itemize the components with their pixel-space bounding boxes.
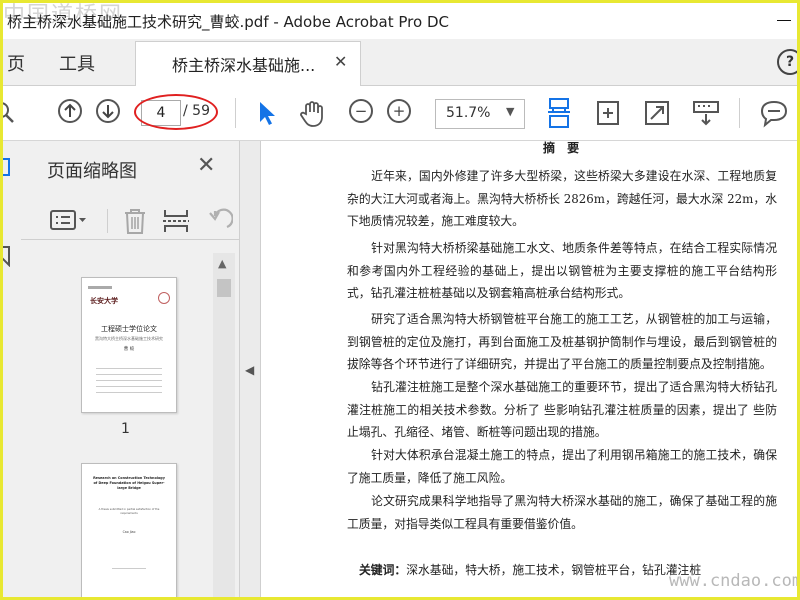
read-mode-icon[interactable] — [690, 97, 722, 129]
comment-icon[interactable] — [758, 97, 790, 129]
bookmark-rail-icon[interactable] — [0, 245, 11, 267]
acrobat-window: 中国道桥网 桥主桥深水基础施工技术研究_曹蛟.pdf - Adobe Acrob… — [0, 0, 800, 600]
site-watermark-url: www.cndao.com — [669, 571, 800, 591]
zoom-value: 51.7% — [446, 105, 491, 121]
close-panel-icon[interactable]: ✕ — [197, 153, 215, 178]
thumbnails-scrollbar[interactable]: ▲ — [213, 253, 235, 597]
tab-bar: 页 工具 桥主桥深水基础施... ✕ ? — [3, 39, 797, 86]
zoom-select[interactable]: 51.7% ▼ — [435, 99, 525, 129]
search-icon[interactable] — [0, 100, 17, 126]
window-title: 桥主桥深水基础施工技术研究_曹蛟.pdf - Adobe Acrobat Pro… — [7, 13, 449, 31]
keywords-label: 关键词： — [359, 563, 407, 577]
left-rail — [0, 141, 21, 597]
toolbar-divider — [235, 98, 236, 128]
thumbnail-page-1[interactable]: 长安大学 工程硕士学位论文 黑沟特大桥主桥深水基础施工技术研究 曹 蛟 — [81, 277, 177, 413]
thumb-title: Research on Construction Technology of D… — [93, 476, 165, 490]
title-bar: 中国道桥网 桥主桥深水基础施工技术研究_曹蛟.pdf - Adobe Acrob… — [3, 3, 797, 39]
rotate-view-icon[interactable] — [592, 97, 624, 129]
thumb-rule — [96, 374, 162, 375]
help-icon[interactable]: ? — [777, 49, 797, 75]
select-cursor-icon[interactable] — [251, 97, 283, 129]
trash-icon[interactable] — [121, 206, 149, 236]
panel-splitter[interactable]: ◀ — [240, 141, 261, 597]
abstract-heading: 摘 要 — [543, 141, 584, 155]
keywords-line: 关键词：深水基础，特大桥，施工技术，钢管桩平台，钻孔灌注桩 — [359, 561, 701, 578]
thumb-rule — [96, 368, 162, 369]
chevron-down-icon: ▼ — [506, 105, 515, 118]
abstract-paragraph: 针对大体积承台混凝土施工的特点，提出了利用钢吊箱施工的施工技术，确保了施工质量，… — [347, 448, 777, 485]
zoom-out-icon[interactable]: − — [349, 99, 373, 123]
thumb-school-logo: 长安大学 — [90, 296, 118, 305]
close-tab-icon[interactable]: ✕ — [334, 52, 347, 71]
scrollbar-thumb[interactable] — [217, 279, 231, 297]
abstract-paragraph: 近年来，国内外修建了许多大型桥梁，这些桥梁大多建设在水深、工程地质复杂的大江大河… — [347, 169, 777, 228]
thumb-rule — [96, 380, 162, 381]
panel-title: 页面缩略图 — [47, 161, 137, 182]
tab-document[interactable]: 桥主桥深水基础施... ✕ — [135, 41, 361, 86]
undo-icon[interactable] — [205, 207, 233, 235]
insert-page-icon[interactable] — [161, 206, 191, 236]
thumb-rule — [96, 392, 162, 393]
next-page-icon[interactable] — [96, 99, 120, 123]
thumbnails-panel: 页面缩略图 ✕ 长安大学 工程硕士学位论文 黑沟特大桥主桥深水基础施工技术研究 … — [21, 141, 240, 597]
thumb-seal-icon — [158, 292, 170, 304]
hand-tool-icon[interactable] — [296, 97, 328, 129]
thumb-rule — [112, 568, 146, 569]
thumb-author: Cao Jiao — [122, 530, 136, 534]
full-screen-icon[interactable] — [641, 97, 673, 129]
thumb-header-line — [88, 286, 112, 289]
thumb-rule — [96, 386, 162, 387]
scroll-up-icon[interactable]: ▲ — [218, 257, 226, 270]
abstract-paragraph: 研究了适合黑沟特大桥钢管桩平台施工的施工工艺，从钢管桩的加工与运输，到钢管桩的定… — [347, 312, 777, 371]
toolbar-divider — [739, 98, 740, 128]
abstract-paragraph: 针对黑沟特大桥桥梁基础施工水文、地质条件差等特点，在结合工程实际情况和参考国内外… — [347, 241, 777, 300]
main-toolbar: 4 / 59 − + 51.7% ▼ — [0, 86, 797, 141]
thumbnail-page-number: 1 — [121, 421, 130, 437]
abstract-paragraph: 论文研究成果科学地指导了黑沟特大桥深水基础的施工，确保了基础工程的施工质量，对指… — [347, 494, 777, 531]
thumb-author: 曹 蛟 — [123, 347, 135, 352]
minimize-button[interactable] — [773, 9, 795, 31]
panel-toolbar — [21, 203, 239, 240]
thumb-subtitle: 黑沟特大桥主桥深水基础施工技术研究 — [95, 336, 163, 341]
options-menu-icon[interactable] — [49, 207, 89, 233]
document-page: 摘 要 近年来，国内外修建了许多大型桥梁，这些桥梁大多建设在水深、工程地质复杂的… — [261, 141, 800, 597]
scroll-mode-icon[interactable] — [543, 97, 575, 129]
previous-page-icon[interactable] — [58, 99, 82, 123]
highlight-annotation-oval — [134, 94, 218, 130]
page-thumbnails-rail-icon[interactable] — [0, 157, 13, 179]
keywords-value: 深水基础，特大桥，施工技术，钢管桩平台，钻孔灌注桩 — [406, 563, 702, 577]
thumb-subtitle: A thesis submitted in partial satisfacti… — [98, 508, 160, 515]
thumb-title: 工程硕士学位论文 — [101, 325, 157, 333]
abstract-paragraph: 钻孔灌注桩施工是整个深水基础施工的重要环节，提出了适合黑沟特大桥钻孔灌注桩施工的… — [347, 380, 777, 439]
tab-home[interactable]: 页 — [7, 50, 25, 76]
thumbnails-list: 长安大学 工程硕士学位论文 黑沟特大桥主桥深水基础施工技术研究 曹 蛟 1 Re… — [21, 249, 239, 597]
thumbnail-page-2[interactable]: Research on Construction Technology of D… — [81, 463, 177, 597]
collapse-panel-icon[interactable]: ◀ — [245, 363, 254, 377]
zoom-in-icon[interactable]: + — [387, 99, 411, 123]
tab-tools[interactable]: 工具 — [59, 50, 95, 76]
panel-divider — [107, 209, 108, 233]
document-tab-label: 桥主桥深水基础施... — [172, 56, 316, 75]
